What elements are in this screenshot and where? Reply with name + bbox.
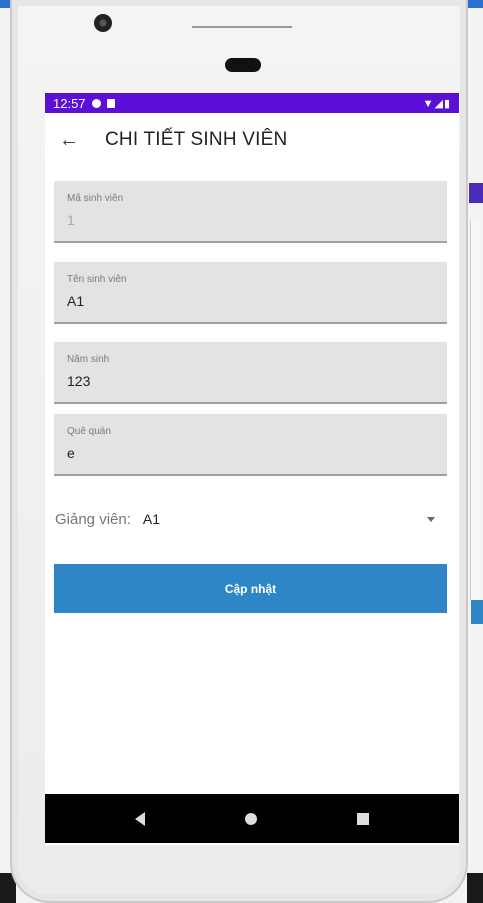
- earpiece: [225, 58, 261, 72]
- nav-home-icon[interactable]: [245, 812, 257, 825]
- background-button-strip: [471, 600, 483, 624]
- phone-frame: 12:57 ▼◢▮ ← CHI TIẾT SINH VIÊN Mã sinh v…: [10, 0, 468, 903]
- app-bar: ← CHI TIẾT SINH VIÊN: [45, 113, 459, 167]
- student-name-field[interactable]: Tên sinh viên A1: [54, 262, 447, 324]
- back-arrow-icon[interactable]: ←: [59, 129, 105, 152]
- lecturer-label: Giảng viên:: [55, 510, 131, 528]
- background-corner-right: [467, 873, 483, 903]
- field-value: 1: [67, 212, 75, 228]
- lecturer-value: A1: [142, 511, 161, 527]
- student-id-field[interactable]: Mã sinh viên 1: [54, 181, 447, 243]
- notification-icon: [91, 98, 101, 108]
- field-value: 123: [67, 373, 91, 389]
- status-bar: 12:57 ▼◢▮: [45, 93, 459, 113]
- sd-card-icon: [106, 98, 115, 108]
- system-nav-bar: [45, 794, 459, 843]
- nav-recents-icon[interactable]: [357, 812, 369, 825]
- signal-battery-icons: ▼◢▮: [422, 97, 451, 110]
- update-button[interactable]: Cập nhật: [54, 564, 447, 613]
- status-time: 12:57: [53, 95, 86, 111]
- lecturer-spinner[interactable]: Giảng viên: A1: [54, 501, 447, 537]
- background-app-strip: [469, 183, 483, 203]
- dropdown-caret-icon[interactable]: [427, 516, 435, 522]
- front-camera: [94, 14, 112, 32]
- field-label: Năm sinh: [67, 354, 110, 365]
- field-label: Tên sinh viên: [67, 274, 127, 285]
- background-app-edge: [470, 220, 481, 600]
- nav-back-icon[interactable]: [135, 811, 145, 826]
- page-title: CHI TIẾT SINH VIÊN: [105, 129, 288, 150]
- birth-year-field[interactable]: Năm sinh 123: [54, 342, 447, 404]
- field-value: e: [67, 445, 75, 461]
- field-label: Mã sinh viên: [67, 193, 124, 204]
- device-screen: 12:57 ▼◢▮ ← CHI TIẾT SINH VIÊN Mã sinh v…: [45, 93, 459, 845]
- speaker-grille: [192, 26, 292, 32]
- field-label: Quê quán: [67, 426, 111, 437]
- field-value: A1: [67, 293, 85, 309]
- hometown-field[interactable]: Quê quán e: [54, 414, 447, 476]
